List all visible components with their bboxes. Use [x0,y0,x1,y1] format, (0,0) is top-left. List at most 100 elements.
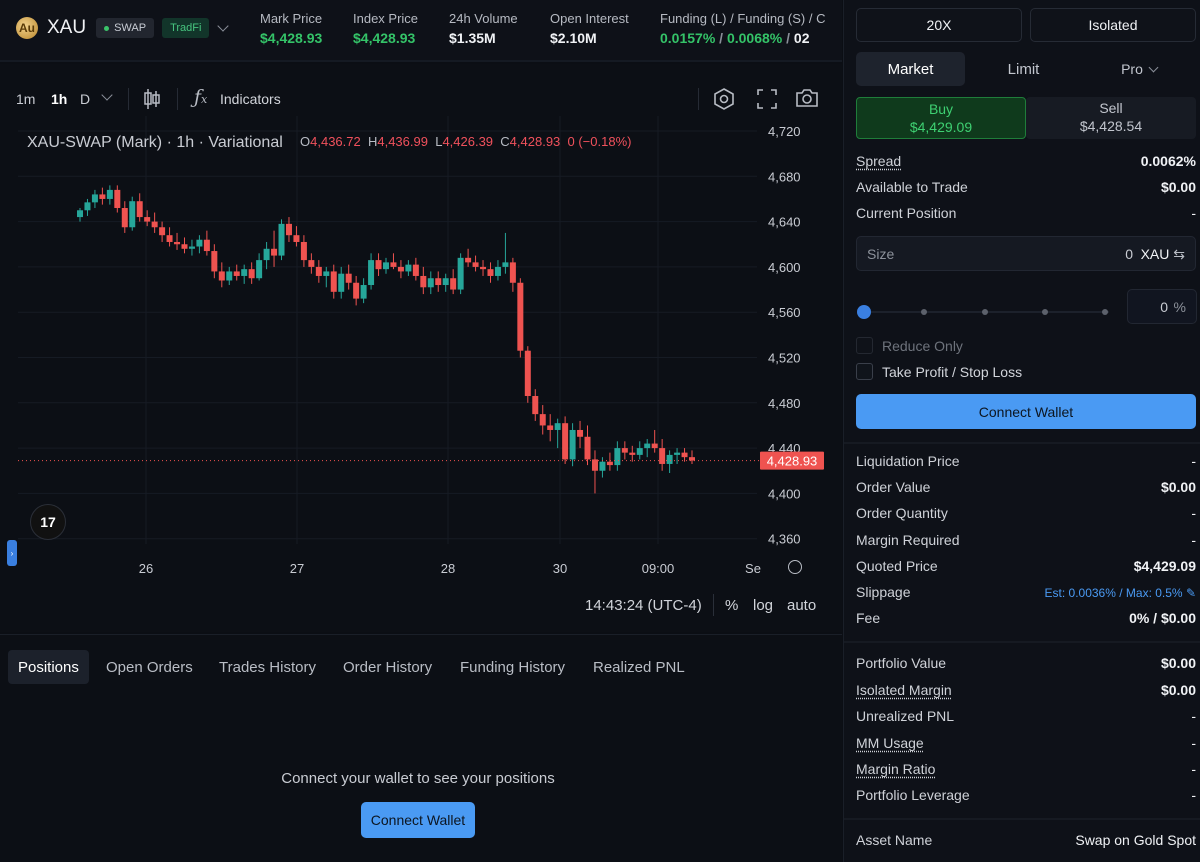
current-position-label: Current Position [856,205,957,221]
candle-body [651,443,658,449]
y-tick-label: 4,720 [768,124,801,139]
size-value: 0 [1125,246,1133,262]
log-toggle[interactable]: log [753,597,773,614]
asset-name-label: Asset Name [856,832,933,848]
candle-body [203,239,210,252]
swap-badge-label: SWAP [114,22,147,34]
index-price-label: Index Price [353,11,419,26]
x-tick-label: 30 [553,561,567,576]
quoted-price-label: Quoted Price [856,558,938,574]
funding-extra-value: 02 [793,30,810,46]
quoted-price-value: $4,429.09 [1133,558,1196,574]
connect-wallet-button[interactable]: Connect Wallet [856,394,1196,429]
available-row: Available to Trade $0.00 [856,179,1196,195]
tp-sl-label: Take Profit / Stop Loss [882,364,1023,380]
tradfi-badge: TradFi [162,18,210,38]
volume-label: 24h Volume [449,11,518,26]
candle-body [397,266,404,272]
candle-body [114,189,121,209]
asset-selector[interactable]: Au XAU SWAP TradFi [16,17,230,39]
volume-value: $1.35M [449,30,496,46]
chart-settings-icon[interactable] [788,560,802,574]
funding-long-value: 0.0157% [660,30,716,46]
candle-body [368,260,375,286]
order-quantity-label: Order Quantity [856,505,948,521]
tab-pro[interactable]: Pro [1089,52,1189,86]
candle-body [524,350,531,397]
size-input[interactable]: Size 0 XAU ⇆ [856,236,1196,271]
order-quantity-row: Order Quantity - [856,505,1196,521]
candle-body [99,194,106,199]
candle-body [188,246,195,249]
percent-input[interactable]: 0 % [1127,289,1197,324]
y-tick-label: 4,400 [768,486,801,501]
tp-sl-checkbox[interactable] [856,363,873,380]
tab-funding-history[interactable]: Funding History [450,650,575,684]
divider [844,442,1200,444]
margin-required-value: - [1191,532,1196,548]
candle-body [136,201,143,218]
time-readout: 14:43:24 (UTC-4) [585,597,702,614]
candle-body [450,278,457,290]
connect-wallet-button[interactable]: Connect Wallet [361,802,475,838]
reduce-only-checkbox[interactable] [856,337,873,354]
slider-tick[interactable] [1102,309,1108,315]
mm-usage-row: MM Usage - [856,735,1196,751]
funding-short-value: 0.0068% [726,30,783,46]
buy-button[interactable]: Buy $4,429.09 [856,97,1026,139]
candle-body [233,271,240,276]
size-unit-toggle[interactable]: XAU ⇆ [1141,246,1185,263]
candle-body [629,452,636,455]
tab-pro-label: Pro [1121,61,1143,77]
tab-trades-history[interactable]: Trades History [209,650,326,684]
candle-body [241,269,248,276]
leverage-button[interactable]: 20X [856,8,1022,42]
candle-body [315,266,322,276]
tab-limit[interactable]: Limit [969,52,1078,86]
slider-tick[interactable] [982,309,988,315]
slider-tick[interactable] [1042,309,1048,315]
market-header: Au XAU SWAP TradFi Mark Price $4,428.93 … [0,0,842,62]
candle-body [465,257,472,263]
tab-market[interactable]: Market [856,52,965,86]
auto-toggle[interactable]: auto [787,597,816,614]
candle-body [435,278,442,286]
asset-symbol: XAU [47,17,87,38]
candle-body [480,266,487,270]
candle-body [412,264,419,276]
margin-mode-button[interactable]: Isolated [1030,8,1196,42]
y-tick-label: 4,520 [768,351,801,366]
candle-body [472,262,479,267]
tab-open-orders[interactable]: Open Orders [96,650,203,684]
candle-body [606,461,613,466]
tradingview-logo-icon[interactable]: 17 [30,504,66,540]
expand-panel-icon[interactable]: › [7,540,17,566]
tab-realized-pnl[interactable]: Realized PNL [583,650,695,684]
candle-body [442,278,449,286]
candle-body [248,269,255,279]
sell-button[interactable]: Sell $4,428.54 [1026,97,1196,139]
slider-tick[interactable] [921,309,927,315]
candle-body [674,452,681,455]
candle-body [532,396,539,415]
percent-value: 0 [1160,299,1168,315]
margin-required-row: Margin Required - [856,532,1196,548]
candle-body [420,275,427,288]
gold-coin-icon: Au [16,17,38,39]
portfolio-value-value: $0.00 [1160,655,1196,671]
last-price-label: 4,428.93 [767,454,818,469]
candle-body [487,269,494,276]
tab-order-history[interactable]: Order History [333,650,442,684]
chevron-down-icon[interactable] [217,20,230,32]
tab-positions[interactable]: Positions [8,650,89,684]
percent-toggle[interactable]: % [725,597,738,614]
y-tick-label: 4,360 [768,532,801,547]
reduce-only-label: Reduce Only [882,338,963,354]
unrealized-pnl-value: - [1191,708,1196,724]
slider-handle[interactable] [857,305,871,319]
candle-body [636,448,643,455]
slippage-value[interactable]: Est: 0.0036% / Max: 0.5% ✎ [1045,586,1196,600]
candle-body [562,423,569,460]
margin-ratio-row: Margin Ratio - [856,761,1196,777]
x-tick-label: Se [745,561,761,576]
